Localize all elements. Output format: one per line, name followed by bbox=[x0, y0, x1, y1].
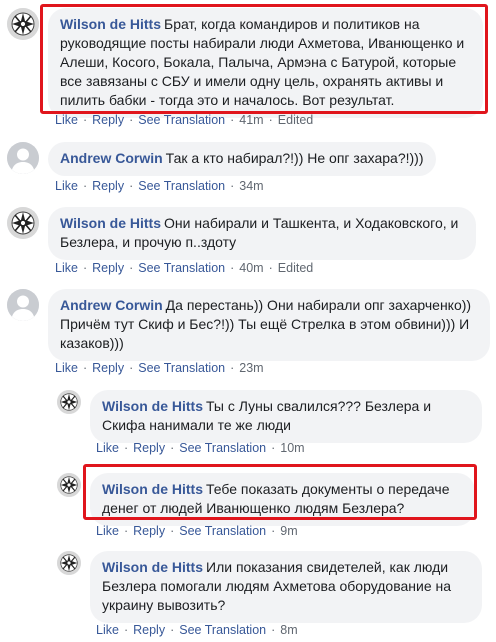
see-translation-link[interactable]: See Translation bbox=[138, 261, 225, 275]
separator: · bbox=[268, 261, 273, 275]
edited-label[interactable]: Edited bbox=[278, 261, 313, 275]
see-translation-link[interactable]: See Translation bbox=[179, 524, 266, 538]
comment-text: Так а кто набирал?!)) Не опг захара?!))) bbox=[165, 150, 424, 166]
reply-button[interactable]: Reply bbox=[133, 441, 165, 455]
comment: Wilson de Hitts Они набирали и Ташкента, … bbox=[7, 207, 476, 260]
separator: · bbox=[123, 623, 129, 637]
timestamp[interactable]: 40m bbox=[239, 261, 263, 275]
see-translation-link[interactable]: See Translation bbox=[138, 113, 225, 127]
like-button[interactable]: Like bbox=[96, 441, 119, 455]
separator: · bbox=[82, 361, 88, 375]
comment-author-link[interactable]: Wilson de Hitts bbox=[102, 559, 203, 575]
comment: Andrew Corwin Да перестань)) Они набирали… bbox=[7, 289, 490, 361]
reply-comment: Wilson de Hitts Тебе показать документы о… bbox=[57, 473, 475, 526]
comment-bubble: Wilson de Hitts Брат, когда командиров и … bbox=[48, 8, 483, 118]
separator: · bbox=[129, 113, 134, 127]
timestamp[interactable]: 23m bbox=[239, 361, 263, 375]
separator: · bbox=[230, 361, 235, 375]
timestamp[interactable]: 34m bbox=[239, 179, 263, 193]
comment-actions: Like · Reply · See Translation · 41m · Edite… bbox=[55, 113, 313, 127]
emblem-avatar-icon[interactable] bbox=[57, 551, 81, 575]
separator: · bbox=[82, 113, 88, 127]
separator: · bbox=[123, 441, 129, 455]
separator: · bbox=[129, 179, 134, 193]
comment-bubble: Andrew Corwin Да перестань)) Они набирали… bbox=[48, 289, 490, 361]
separator: · bbox=[82, 261, 88, 275]
separator: · bbox=[82, 179, 88, 193]
timestamp[interactable]: 9m bbox=[280, 524, 297, 538]
comment-author-link[interactable]: Wilson de Hitts bbox=[60, 16, 161, 32]
separator: · bbox=[170, 524, 175, 538]
separator: · bbox=[271, 623, 276, 637]
like-button[interactable]: Like bbox=[96, 623, 119, 637]
default-person-avatar-icon[interactable] bbox=[7, 142, 39, 174]
separator: · bbox=[123, 524, 129, 538]
like-button[interactable]: Like bbox=[55, 113, 78, 127]
timestamp[interactable]: 8m bbox=[280, 623, 297, 637]
comment-author-link[interactable]: Wilson de Hitts bbox=[60, 215, 161, 231]
see-translation-link[interactable]: See Translation bbox=[179, 623, 266, 637]
edited-label[interactable]: Edited bbox=[278, 113, 313, 127]
emblem-avatar-icon[interactable] bbox=[7, 207, 39, 239]
comment-author-link[interactable]: Wilson de Hitts bbox=[102, 398, 203, 414]
reply-button[interactable]: Reply bbox=[133, 623, 165, 637]
see-translation-link[interactable]: See Translation bbox=[138, 361, 225, 375]
separator: · bbox=[271, 441, 276, 455]
reply-button[interactable]: Reply bbox=[133, 524, 165, 538]
separator: · bbox=[230, 113, 235, 127]
separator: · bbox=[170, 623, 175, 637]
comment-bubble: Wilson de Hitts Или показания свидетелей,… bbox=[90, 551, 482, 623]
comment-bubble: Wilson de Hitts Ты с Луны свалился??? Без… bbox=[90, 390, 482, 443]
default-person-avatar-icon[interactable] bbox=[7, 289, 39, 321]
comment: Andrew Corwin Так а кто набирал?!)) Не оп… bbox=[7, 142, 436, 176]
separator: · bbox=[129, 361, 134, 375]
separator: · bbox=[271, 524, 276, 538]
emblem-avatar-icon[interactable] bbox=[57, 390, 81, 414]
emblem-avatar-icon[interactable] bbox=[7, 8, 39, 40]
reply-button[interactable]: Reply bbox=[92, 113, 124, 127]
comment-actions: Like · Reply · See Translation · 8m bbox=[96, 623, 298, 637]
like-button[interactable]: Like bbox=[55, 261, 78, 275]
reply-comment: Wilson de Hitts Ты с Луны свалился??? Без… bbox=[57, 390, 482, 443]
comment-author-link[interactable]: Andrew Corwin bbox=[60, 297, 163, 313]
comment-actions: Like · Reply · See Translation · 9m bbox=[96, 524, 298, 538]
like-button[interactable]: Like bbox=[55, 179, 78, 193]
comment: Wilson de Hitts Брат, когда командиров и … bbox=[7, 8, 483, 118]
separator: · bbox=[268, 113, 273, 127]
timestamp[interactable]: 41m bbox=[239, 113, 263, 127]
separator: · bbox=[230, 261, 235, 275]
comment-bubble: Andrew Corwin Так а кто набирал?!)) Не оп… bbox=[48, 142, 436, 176]
comment-author-link[interactable]: Wilson de Hitts bbox=[102, 481, 203, 497]
separator: · bbox=[170, 441, 175, 455]
comment-actions: Like · Reply · See Translation · 23m bbox=[55, 361, 264, 375]
comment-actions: Like · Reply · See Translation · 40m · Edite… bbox=[55, 261, 313, 275]
comment-bubble: Wilson de Hitts Тебе показать документы о… bbox=[90, 473, 475, 526]
reply-comment: Wilson de Hitts Или показания свидетелей,… bbox=[57, 551, 482, 623]
separator: · bbox=[129, 261, 134, 275]
comment-author-link[interactable]: Andrew Corwin bbox=[60, 150, 163, 166]
see-translation-link[interactable]: See Translation bbox=[138, 179, 225, 193]
separator: · bbox=[230, 179, 235, 193]
emblem-avatar-icon[interactable] bbox=[57, 473, 81, 497]
reply-button[interactable]: Reply bbox=[92, 179, 124, 193]
comment-actions: Like · Reply · See Translation · 34m bbox=[55, 179, 264, 193]
timestamp[interactable]: 10m bbox=[280, 441, 304, 455]
like-button[interactable]: Like bbox=[96, 524, 119, 538]
like-button[interactable]: Like bbox=[55, 361, 78, 375]
comment-bubble: Wilson de Hitts Они набирали и Ташкента, … bbox=[48, 207, 476, 260]
reply-button[interactable]: Reply bbox=[92, 361, 124, 375]
reply-button[interactable]: Reply bbox=[92, 261, 124, 275]
see-translation-link[interactable]: See Translation bbox=[179, 441, 266, 455]
comment-actions: Like · Reply · See Translation · 10m bbox=[96, 441, 305, 455]
